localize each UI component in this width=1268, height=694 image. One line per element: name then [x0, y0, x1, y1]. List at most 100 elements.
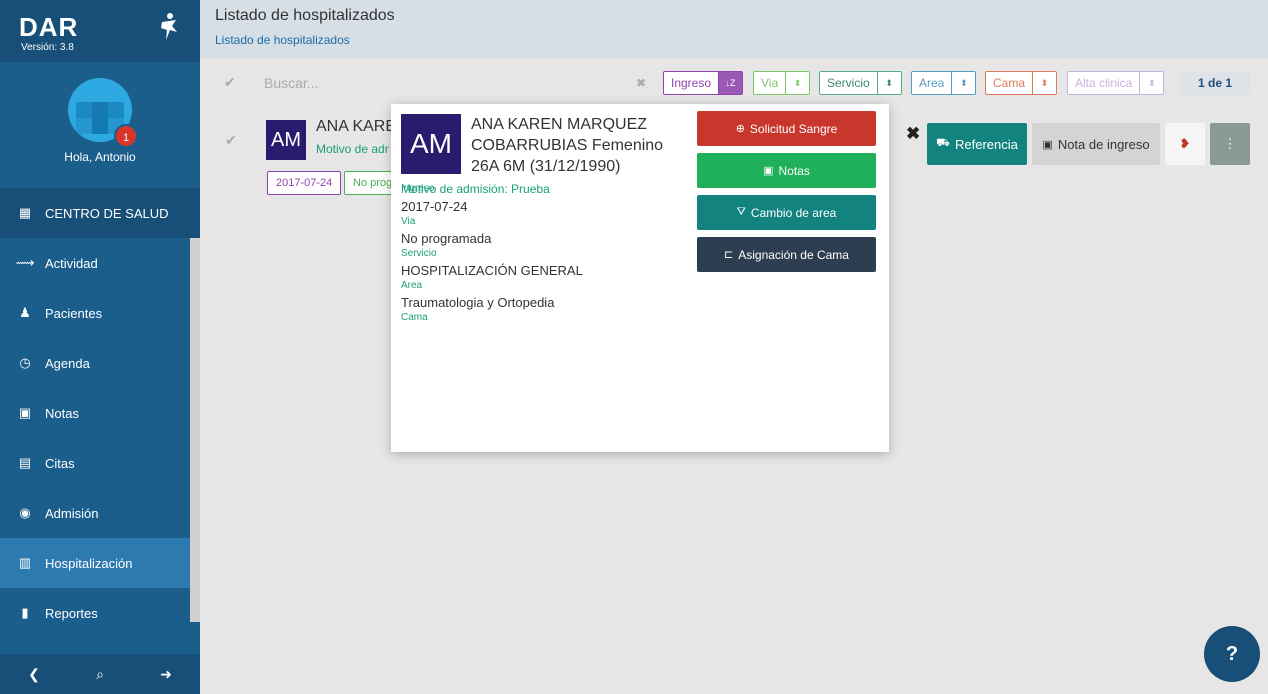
filter-ingreso-label: Ingreso — [671, 76, 712, 90]
area-value: Traumatologia y Ortopedia — [401, 295, 555, 310]
sidebar-item-label: Citas — [45, 455, 75, 471]
referencia-button[interactable]: ⛟ Referencia — [927, 123, 1027, 165]
blood-bag-icon: ⊕ — [735, 123, 745, 135]
logout-icon[interactable]: ➜ — [160, 666, 172, 683]
modal-patient-avatar: AM — [401, 114, 461, 174]
filter-area[interactable]: Area ⬍ — [911, 71, 977, 95]
solicitud-sangre-label: Solicitud Sangre — [749, 121, 838, 136]
filter-via[interactable]: Via ⬍ — [753, 71, 811, 95]
sidebar-scrollbar[interactable] — [190, 238, 200, 622]
greeting-text: Hola, Antonio — [64, 150, 136, 164]
patient-avatar[interactable]: AM — [266, 120, 306, 160]
sort-az-icon[interactable]: ↓Z — [718, 72, 743, 94]
brand-figure-icon — [161, 13, 177, 40]
filter-servicio[interactable]: Servicio ⬍ — [819, 71, 902, 95]
select-all-check-icon[interactable]: ✔ — [224, 74, 236, 91]
referencia-label: Referencia — [954, 136, 1018, 152]
modal-patient-name: ANA KAREN MARQUEZ COBARRUBIAS Femenino 2… — [471, 116, 664, 175]
sidebar-item-label: Actividad — [45, 255, 98, 271]
sidebar-footer: ❮ ⌕ ➜ — [0, 654, 200, 694]
sort-icon[interactable]: ⬍ — [876, 72, 901, 94]
sidebar-item-reportes[interactable]: ▮ Reportes — [0, 588, 190, 638]
asignacion-cama-button[interactable]: ⊏ Asignación de Cama — [697, 237, 876, 272]
close-icon[interactable]: ✖ — [906, 124, 920, 144]
clear-search-icon[interactable]: ✖ — [636, 76, 646, 90]
search-input[interactable]: Buscar... — [264, 75, 318, 91]
sidebar: DAR Versión: 3.8 1 Hola, Antonio ▦ CENTR… — [0, 0, 200, 694]
filter-ingreso[interactable]: Ingreso ↓Z — [663, 71, 744, 95]
filter-alta-label: Alta clinica — [1075, 76, 1133, 90]
sidebar-item-label: Hospitalización — [45, 555, 133, 571]
sidebar-item-label: Admisión — [45, 505, 99, 521]
more-options-button[interactable]: ⋮ — [1210, 123, 1250, 165]
filter-toolbar: ✔ Buscar... ✖ Ingreso ↓Z Via ⬍ Servicio … — [200, 62, 1268, 104]
page-title: Listado de hospitalizados — [215, 7, 395, 24]
label-ingreso: Ingreso — [401, 183, 435, 194]
cambio-area-label: Cambio de area — [750, 205, 837, 220]
building-icon: ▦ — [18, 205, 32, 220]
filter-cama[interactable]: Cama ⬍ — [985, 71, 1058, 95]
filter-area-label: Area — [919, 76, 945, 90]
app-root: DAR Versión: 3.8 1 Hola, Antonio ▦ CENTR… — [0, 0, 1268, 694]
report-icon: ▮ — [21, 605, 29, 620]
sidebar-item-hospitalizacion[interactable]: ▥ Hospitalización — [0, 538, 190, 588]
asignacion-cama-label: Asignación de Cama — [738, 247, 849, 262]
sort-icon[interactable]: ⬍ — [785, 72, 809, 94]
sidebar-item-pacientes[interactable]: ♟ Pacientes — [0, 288, 190, 338]
solicitud-sangre-button[interactable]: ⊕ Solicitud Sangre — [697, 111, 876, 146]
breadcrumb[interactable]: Listado de hospitalizados — [215, 33, 350, 47]
patient-detail-modal: AM ANA KAREN MARQUEZ COBARRUBIAS Femenin… — [391, 104, 889, 452]
servicio-value: HOSPITALIZACIÓN GENERAL — [401, 263, 583, 278]
sidebar-item-label: CENTRO DE SALUD — [45, 205, 169, 221]
label-area: Area — [401, 280, 423, 291]
sidebar-item-agenda[interactable]: ◷ Agenda — [0, 338, 190, 388]
notes-icon: ▣ — [18, 405, 32, 420]
sort-icon[interactable]: ⬍ — [1032, 72, 1056, 94]
calendar-icon: ▤ — [18, 455, 32, 470]
alert-button[interactable]: ❥ — [1165, 123, 1205, 165]
clipboard-icon: ▣ — [763, 165, 774, 177]
sidebar-item-citas[interactable]: ▤ Citas — [0, 438, 190, 488]
stretcher-icon: ⛛ — [736, 206, 746, 218]
user-icon: ♟ — [19, 305, 31, 320]
brand-logo-text: DAR — [19, 12, 79, 42]
label-via: Via — [401, 216, 416, 227]
filter-cama-label: Cama — [993, 76, 1026, 90]
user-profile: 1 Hola, Antonio — [0, 62, 200, 188]
nota-ingreso-label: Nota de ingreso — [1057, 136, 1150, 152]
sidebar-item-label: Notas — [45, 405, 79, 421]
nota-ingreso-button[interactable]: ▣ Nota de ingreso — [1032, 123, 1160, 165]
ingreso-date: 2017-07-24 — [401, 199, 468, 214]
sort-icon[interactable]: ⬍ — [1139, 72, 1163, 94]
clipboard-icon: ▣ — [1042, 138, 1053, 151]
version-label: Versión: 3.8 — [21, 42, 74, 53]
help-button[interactable]: ? — [1204, 626, 1260, 682]
chevron-left-icon[interactable]: ❮ — [28, 666, 40, 683]
sidebar-item-centro-de-salud[interactable]: ▦ CENTRO DE SALUD — [0, 188, 200, 238]
notification-badge[interactable]: 1 — [114, 124, 138, 148]
brand-header: DAR Versión: 3.8 — [0, 0, 200, 62]
cambio-area-button[interactable]: ⛛ Cambio de area — [697, 195, 876, 230]
filter-servicio-label: Servicio — [827, 76, 870, 90]
search-icon[interactable]: ⌕ — [96, 666, 104, 683]
sidebar-item-admision[interactable]: ◉ Admisión — [0, 488, 190, 538]
filter-via-label: Via — [761, 76, 779, 90]
notas-button[interactable]: ▣ Notas — [697, 153, 876, 188]
label-servicio: Servicio — [401, 248, 437, 259]
admission-icon: ◉ — [19, 505, 31, 520]
row-check-icon[interactable]: ✔ — [225, 132, 237, 149]
patient-motivo: Motivo de adr — [316, 142, 389, 156]
label-cama: Cama — [401, 312, 428, 323]
more-vertical-icon: ⋮ — [1223, 136, 1237, 151]
clock-icon: ◷ — [19, 355, 31, 370]
sidebar-item-label: Reportes — [45, 605, 98, 621]
via-value: No programada — [401, 231, 492, 246]
sidebar-item-label: Pacientes — [45, 305, 103, 321]
notas-label: Notas — [778, 163, 810, 178]
bed-icon: ⊏ — [724, 249, 734, 261]
sidebar-item-notas[interactable]: ▣ Notas — [0, 388, 190, 438]
sidebar-item-label: Agenda — [45, 355, 90, 371]
sort-icon[interactable]: ⬍ — [951, 72, 975, 94]
sidebar-item-actividad[interactable]: ⟿ Actividad — [0, 238, 190, 288]
filter-alta-clinica[interactable]: Alta clinica ⬍ — [1067, 71, 1165, 95]
